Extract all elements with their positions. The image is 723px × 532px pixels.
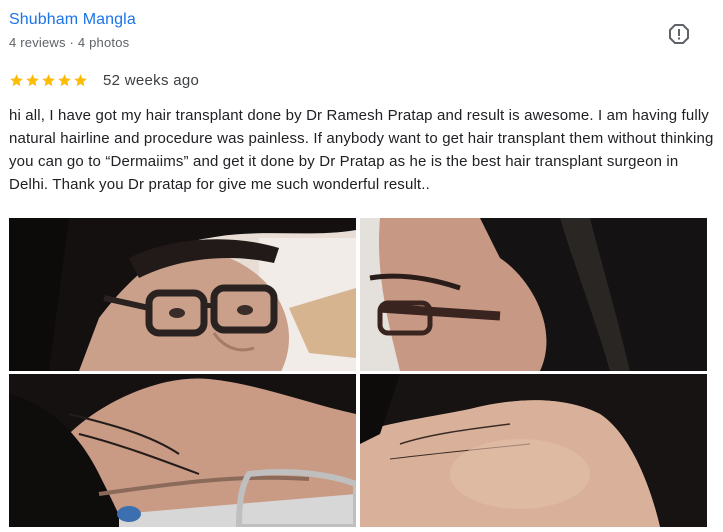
star-icon xyxy=(26,73,39,86)
review-photo-4[interactable] xyxy=(360,374,707,527)
review-photo-1[interactable] xyxy=(9,218,356,371)
flag-icon xyxy=(669,24,689,44)
star-icon xyxy=(42,73,55,86)
star-icon xyxy=(74,73,87,86)
star-icon xyxy=(58,73,71,86)
review-text: hi all, I have got my hair transplant do… xyxy=(9,107,714,193)
review-card: Shubham Mangla 4 reviews · 4 photos 52 w… xyxy=(0,0,723,532)
star-icon xyxy=(10,73,23,86)
photo-grid xyxy=(9,218,707,527)
review-photo-2[interactable] xyxy=(360,218,707,371)
rating-row: 52 weeks ago xyxy=(9,70,199,90)
reviewer-meta: 4 reviews · 4 photos xyxy=(9,35,130,50)
flag-button[interactable] xyxy=(668,23,690,45)
photo-forehead-hairline xyxy=(360,374,707,527)
photo-temple-glasses xyxy=(9,374,356,527)
review-photo-3[interactable] xyxy=(9,374,356,527)
star-rating xyxy=(9,73,89,88)
photo-glasses-front xyxy=(9,218,356,371)
photo-side-profile xyxy=(360,218,707,371)
reviewer-name-link[interactable]: Shubham Mangla xyxy=(9,11,136,29)
review-date: 52 weeks ago xyxy=(103,71,200,89)
